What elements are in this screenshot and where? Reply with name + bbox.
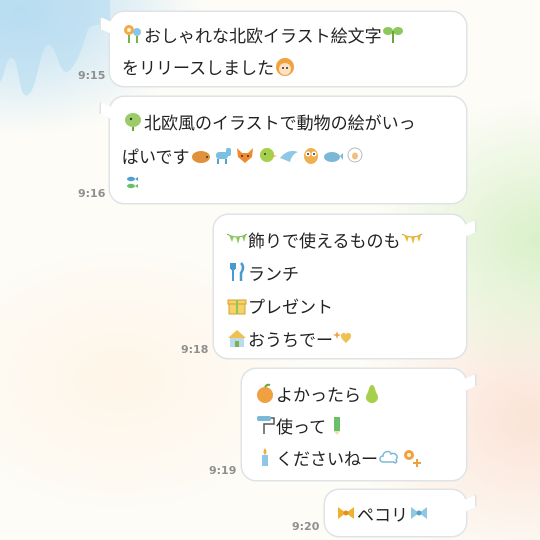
- message-text: プレゼント: [248, 297, 333, 318]
- gift-icon: [226, 294, 248, 316]
- flower-sparkle-icon: [400, 446, 422, 468]
- message-bubble[interactable]: 飾りで使えるものも ランチ プレゼント おうちでー: [214, 215, 475, 358]
- paint-roller-icon: [254, 414, 276, 436]
- flower-icon: [122, 23, 144, 45]
- pencil-icon: [326, 414, 348, 436]
- message-text: おうちでー: [248, 330, 333, 351]
- ribbon-icon: [408, 502, 430, 524]
- message-text: おしゃれな北欧イラスト絵文字: [144, 26, 382, 47]
- garland-icon: [226, 228, 248, 250]
- candle-icon: [254, 446, 276, 468]
- hedgehog-icon: [190, 144, 212, 166]
- message-text: くださいねー: [276, 449, 378, 470]
- message-time: 9:16: [78, 187, 106, 200]
- sparkle-heart-icon: [333, 327, 355, 349]
- message-bubble[interactable]: ペコリ: [325, 490, 475, 536]
- horse-icon: [212, 144, 234, 166]
- fork-knife-icon: [226, 261, 248, 283]
- message-text: よかったら: [276, 385, 361, 406]
- fox-icon: [234, 144, 256, 166]
- owl-icon: [300, 144, 322, 166]
- green-bird-icon: [256, 144, 278, 166]
- message-bubble[interactable]: おしゃれな北欧イラスト絵文字 をリリースしました: [101, 12, 466, 86]
- house-icon: [226, 327, 248, 349]
- ribbon-icon: [335, 502, 357, 524]
- message-time: 9:19: [209, 464, 237, 477]
- sprout-icon: [382, 23, 404, 45]
- message-time: 9:20: [292, 520, 320, 533]
- message-text: 飾りで使えるものも: [248, 231, 401, 252]
- cloud-icon: [378, 446, 400, 468]
- message-text: ランチ: [248, 264, 299, 285]
- message-text: 使って: [276, 417, 327, 438]
- message-time: 9:15: [78, 69, 106, 82]
- sheep-icon: [344, 144, 366, 166]
- dove-icon: [278, 144, 300, 166]
- message-text: ぱいです: [122, 147, 190, 168]
- message-time: 9:18: [181, 343, 209, 356]
- message-text: ペコリ: [357, 505, 408, 526]
- apple-icon: [254, 382, 276, 404]
- pear-icon: [361, 382, 383, 404]
- garland-icon: [401, 228, 423, 250]
- message-text: 北欧風のイラストで動物の絵がいっ: [144, 113, 416, 134]
- message-bubble[interactable]: 北欧風のイラストで動物の絵がいっ ぱいです: [101, 97, 466, 203]
- girl-face-icon: [274, 55, 296, 77]
- bird-icon: [122, 110, 144, 132]
- whale-icon: [322, 144, 344, 166]
- message-text: をリリースしました: [122, 58, 275, 79]
- message-bubble[interactable]: よかったら 使って くださいねー: [242, 369, 475, 480]
- fish-icon: [122, 172, 144, 194]
- background-decoration: [0, 0, 110, 96]
